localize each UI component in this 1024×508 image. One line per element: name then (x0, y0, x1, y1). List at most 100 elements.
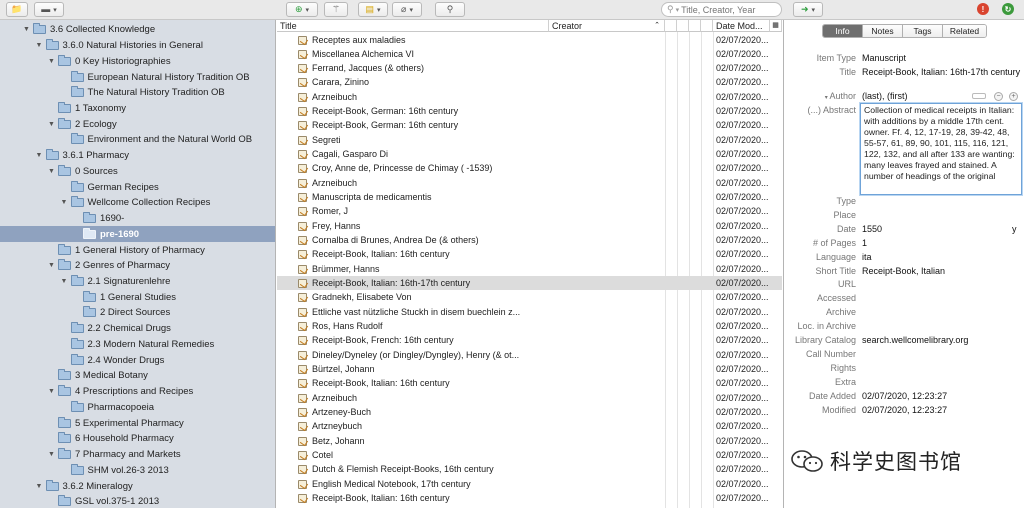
collection-item[interactable]: 1 Taxonomy (0, 101, 275, 117)
field-value[interactable]: 1 (862, 238, 1022, 249)
item-row[interactable]: Receipt-Book, Italian: 16th-17th century… (277, 276, 782, 291)
collection-item[interactable]: ▼ 2 Ecology (0, 116, 275, 132)
collection-item[interactable]: pre-1690 (0, 226, 275, 243)
collection-item[interactable]: ▼ 0 Sources (0, 164, 275, 180)
title-column-header[interactable]: Title (277, 20, 549, 32)
disclosure-triangle-icon[interactable]: ▼ (22, 26, 31, 33)
attach-button[interactable]: ⌀ ▾ (392, 2, 422, 17)
disclosure-triangle-icon[interactable]: ▼ (60, 199, 69, 206)
collection-item[interactable]: ▼ 4 Prescriptions and Recipes (0, 384, 275, 400)
collection-item[interactable]: 3 Medical Botany (0, 368, 275, 384)
collection-item[interactable]: German Recipes (0, 179, 275, 195)
collection-item[interactable]: 2.4 Wonder Drugs (0, 352, 275, 368)
collection-item[interactable]: 1690- (0, 211, 275, 227)
collection-item[interactable]: 2.2 Chemical Drugs (0, 321, 275, 337)
collection-item[interactable]: ▼ 7 Pharmacy and Markets (0, 447, 275, 463)
item-type-value[interactable]: Manuscript (862, 53, 1022, 64)
field-value[interactable]: 1550 (862, 224, 1022, 235)
collection-item[interactable]: GSL vol.375-1 2013 (0, 494, 275, 508)
item-row[interactable]: Cornalba di Brunes, Andrea De (& others)… (277, 233, 782, 247)
column-picker-icon[interactable]: ▦ (770, 20, 782, 32)
collection-item[interactable]: The Natural History Tradition OB (0, 85, 275, 101)
disclosure-triangle-icon[interactable]: ▼ (35, 152, 44, 159)
collection-item[interactable]: ▼ 2 Genres of Pharmacy (0, 258, 275, 274)
collection-item[interactable]: ▼ 0 Key Historiographies (0, 53, 275, 69)
collection-item[interactable]: 1 General History of Pharmacy (0, 242, 275, 258)
item-row[interactable]: Manuscripta de medicamentis 02/07/2020... (277, 190, 782, 204)
item-row[interactable]: Gradnekh, Elisabete Von 02/07/2020... (277, 290, 782, 304)
item-row[interactable]: Ferrand, Jacques (& others) 02/07/2020... (277, 61, 782, 75)
creator-column-header[interactable]: Creator ⌃ (549, 20, 665, 32)
field-value[interactable]: 02/07/2020, 12:23:27 (862, 391, 1022, 402)
collection-item[interactable]: European Natural History Tradition OB (0, 69, 275, 85)
add-by-identifier-button[interactable]: ⚚ (324, 2, 348, 17)
tab-related[interactable]: Related (943, 25, 986, 37)
collection-item[interactable]: Pharmacopoeia (0, 400, 275, 416)
item-row[interactable]: Receptes aux maladies 02/07/2020... (277, 33, 782, 47)
author-label[interactable]: ▾ Author (784, 91, 856, 101)
field-value[interactable]: ita (862, 252, 1022, 263)
item-row[interactable]: Ros, Hans Rudolf 02/07/2020... (277, 319, 782, 333)
collection-item[interactable]: 2 Direct Sources (0, 305, 275, 321)
field-value[interactable]: 02/07/2020, 12:23:27 (862, 405, 1022, 416)
item-row[interactable]: Cotel 02/07/2020... (277, 448, 782, 462)
title-value[interactable]: Receipt-Book, Italian: 16th-17th century (862, 67, 1022, 78)
collection-item[interactable]: ▼ 3.6.0 Natural Histories in General (0, 38, 275, 54)
disclosure-triangle-icon[interactable]: ▼ (47, 262, 56, 269)
item-row[interactable]: Arzneibuch 02/07/2020... (277, 176, 782, 190)
switch-name-mode-button[interactable] (972, 93, 986, 99)
item-row[interactable]: Croy, Anne de, Princesse de Chimay ( -15… (277, 161, 782, 175)
item-row[interactable]: Artzeney-Buch 02/07/2020... (277, 405, 782, 419)
item-row[interactable]: Arzneibuch 02/07/2020... (277, 90, 782, 104)
abstract-field[interactable]: Collection of medical receipts in Italia… (860, 103, 1022, 195)
new-collection-button[interactable]: 📁 (6, 2, 28, 17)
item-row[interactable]: Betz, Johann 02/07/2020... (277, 434, 782, 448)
add-creator-icon[interactable]: + (1009, 92, 1018, 101)
tab-tags[interactable]: Tags (903, 25, 943, 37)
collection-item[interactable]: 5 Experimental Pharmacy (0, 415, 275, 431)
advanced-search-button[interactable]: ⚲ (435, 2, 465, 17)
field-value[interactable]: Receipt-Book, Italian (862, 266, 1022, 277)
item-row[interactable]: Frey, Hanns 02/07/2020... (277, 219, 782, 233)
item-row[interactable]: Arzneibuch 02/07/2020... (277, 391, 782, 405)
date-modified-column-header[interactable]: Date Mod... (713, 20, 770, 32)
disclosure-triangle-icon[interactable]: ▼ (47, 58, 56, 65)
new-note-button[interactable]: ▤ ▾ (358, 2, 388, 17)
collection-item[interactable]: ▼ 2.1 Signaturenlehre (0, 274, 275, 290)
item-row[interactable]: Receipt-Book, German: 16th century 02/07/… (277, 104, 782, 118)
collection-item[interactable]: ▼ 3.6 Collected Knowledge (0, 22, 275, 38)
item-row[interactable]: Bürtzel, Johann 02/07/2020... (277, 362, 782, 376)
item-row[interactable]: Receipt-Book, French: 16th century 02/07/… (277, 333, 782, 347)
error-icon[interactable]: ! (977, 3, 989, 15)
item-row[interactable]: Segreti 02/07/2020... (277, 133, 782, 147)
collection-item[interactable]: 2.3 Modern Natural Remedies (0, 337, 275, 353)
item-row[interactable]: Cagali, Gasparo Di 02/07/2020... (277, 147, 782, 161)
disclosure-triangle-icon[interactable]: ▼ (47, 121, 56, 128)
disclosure-triangle-icon[interactable]: ▼ (47, 451, 56, 458)
collection-item[interactable]: ▼ 3.6.2 Mineralogy (0, 478, 275, 494)
sync-icon[interactable]: ↻ (1002, 3, 1014, 15)
item-row[interactable]: Carara, Zinino 02/07/2020... (277, 75, 782, 89)
item-row[interactable]: Dutch & Flemish Receipt-Books, 16th cent… (277, 462, 782, 476)
item-row[interactable]: Receipt-Book, Italian: 16th century 02/07… (277, 247, 782, 261)
search-input[interactable] (681, 4, 778, 15)
locate-button[interactable]: ➜ ▾ (793, 2, 823, 17)
tab-info[interactable]: Info (823, 25, 863, 37)
item-row[interactable]: Miscellanea Alchemica VI 02/07/2020... (277, 47, 782, 61)
disclosure-triangle-icon[interactable]: ▼ (47, 168, 56, 175)
item-row[interactable]: Brümmer, Hanns 02/07/2020... (277, 262, 782, 276)
collection-item[interactable]: 6 Household Pharmacy (0, 431, 275, 447)
field-value[interactable]: search.wellcomelibrary.org (862, 335, 1022, 346)
disclosure-triangle-icon[interactable]: ▼ (35, 42, 44, 49)
new-item-button[interactable]: ⊕ ▾ (286, 2, 318, 17)
tab-notes[interactable]: Notes (863, 25, 903, 37)
item-row[interactable]: Dineley/Dyneley (or Dingley/Dyngley), He… (277, 348, 782, 362)
disclosure-triangle-icon[interactable]: ▼ (35, 483, 44, 490)
disclosure-triangle-icon[interactable]: ▼ (60, 278, 69, 285)
collection-item[interactable]: 1 General Studies (0, 289, 275, 305)
item-row[interactable]: Receipt-Book, Italian: 16th century 02/07… (277, 376, 782, 390)
collection-item[interactable]: SHM vol.26-3 2013 (0, 462, 275, 478)
library-menu-button[interactable]: ▬ ▾ (34, 2, 64, 17)
collection-item[interactable]: Environment and the Natural World OB (0, 132, 275, 148)
collection-item[interactable]: ▼ Wellcome Collection Recipes (0, 195, 275, 211)
